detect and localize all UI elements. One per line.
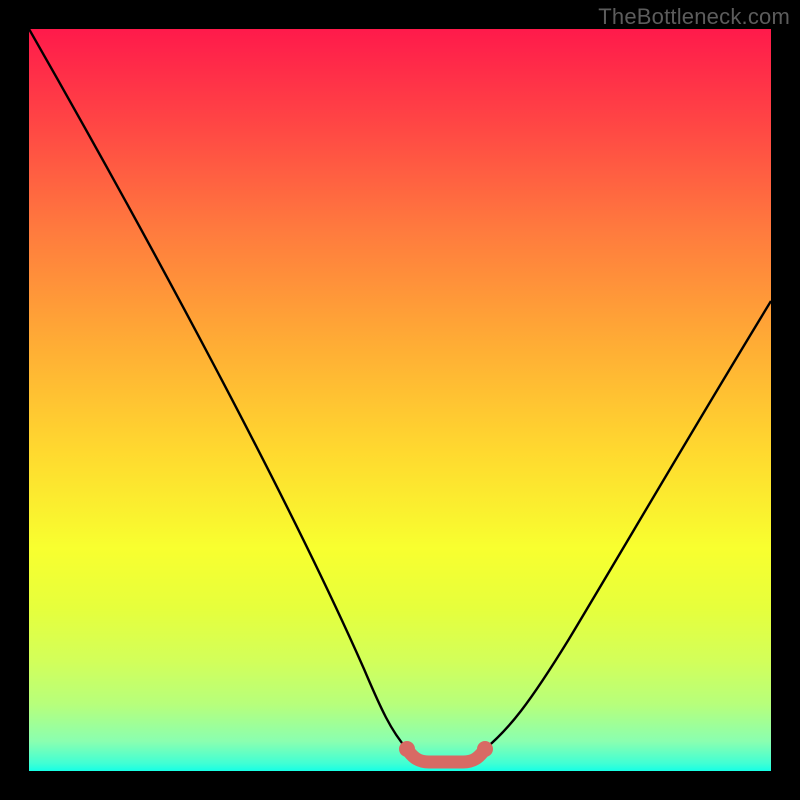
curve-left-path <box>29 29 407 749</box>
bottleneck-curve <box>29 29 771 771</box>
plot-area <box>29 29 771 771</box>
optimal-range-left-dot <box>399 741 415 757</box>
optimal-range-path <box>407 749 485 762</box>
curve-right-path <box>485 301 771 749</box>
watermark-text: TheBottleneck.com <box>598 4 790 30</box>
chart-frame: TheBottleneck.com <box>0 0 800 800</box>
optimal-range-right-dot <box>477 741 493 757</box>
